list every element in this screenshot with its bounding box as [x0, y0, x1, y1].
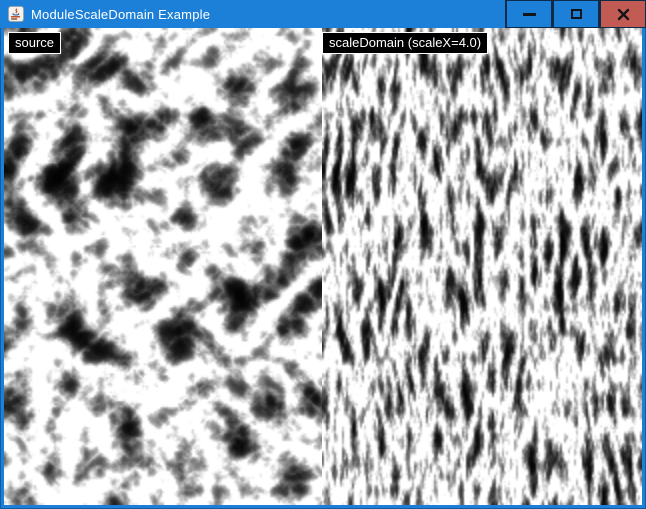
source-noise-image	[4, 28, 322, 505]
content-area: source scaleDomain (scaleX=4.0)	[4, 28, 642, 505]
maximize-icon	[571, 9, 582, 19]
scaled-panel: scaleDomain (scaleX=4.0)	[322, 28, 642, 505]
minimize-button[interactable]	[505, 0, 552, 28]
app-window: ModuleScaleDomain Example source scaleDo…	[0, 0, 646, 509]
window-controls	[505, 0, 646, 28]
minimize-icon	[523, 13, 536, 16]
scaled-label: scaleDomain (scaleX=4.0)	[322, 32, 488, 54]
titlebar[interactable]: ModuleScaleDomain Example	[0, 0, 646, 28]
java-app-icon	[8, 6, 24, 22]
source-label: source	[8, 32, 61, 54]
close-button[interactable]	[599, 0, 646, 28]
close-icon	[617, 8, 630, 21]
maximize-button[interactable]	[552, 0, 599, 28]
window-title: ModuleScaleDomain Example	[31, 7, 210, 22]
source-panel: source	[4, 28, 322, 505]
scaled-noise-image	[322, 28, 642, 505]
